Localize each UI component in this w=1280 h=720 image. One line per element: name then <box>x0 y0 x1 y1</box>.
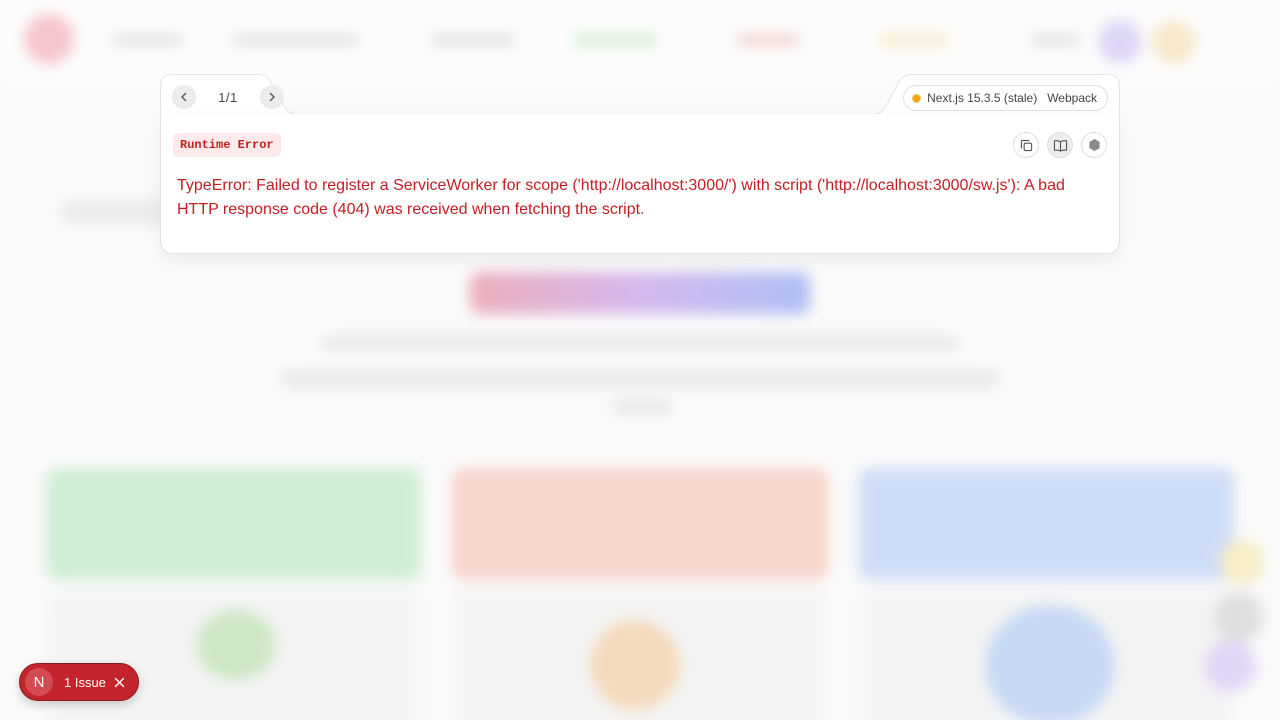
dismiss-issues-button[interactable] <box>114 677 125 688</box>
copy-icon <box>1020 139 1032 151</box>
background-nav-item <box>112 34 182 46</box>
error-type-badge: Runtime Error <box>173 133 281 157</box>
background-nav-item <box>430 34 516 46</box>
background-nav-item <box>232 34 358 46</box>
issues-count-button[interactable]: 1 Issue <box>64 675 106 690</box>
next-error-button[interactable] <box>260 85 284 109</box>
background-fab <box>1204 640 1256 692</box>
nextjs-devtools-button[interactable]: N <box>25 668 53 696</box>
nextjs-version-badge[interactable]: Next.js 15.3.5 (stale) Webpack <box>903 85 1108 111</box>
background-nav-item <box>736 34 800 46</box>
background-navbar <box>0 0 1280 80</box>
background-text-line <box>322 336 958 350</box>
stale-status-dot <box>912 93 922 103</box>
error-message: TypeError: Failed to register a ServiceW… <box>177 177 1065 218</box>
background-card <box>46 468 422 580</box>
nextjs-logo-icon: N <box>33 673 45 691</box>
chevron-right-icon <box>269 92 275 102</box>
error-overlay-header: 1/1 Next.js 15.3.5 (stale) Webpack <box>160 74 1120 115</box>
error-toolbar <box>1013 132 1107 158</box>
error-pager: 1/1 <box>172 85 284 109</box>
background-text-line <box>280 372 1000 386</box>
background-fab <box>1220 540 1264 584</box>
background-card <box>452 468 828 580</box>
issues-toast: N 1 Issue <box>19 663 139 701</box>
background-image <box>196 610 276 680</box>
background-nav-item <box>878 34 950 46</box>
background-heading <box>470 272 810 314</box>
nodejs-icon <box>1088 138 1100 152</box>
bundler-label: Webpack <box>1047 91 1097 105</box>
error-page-indicator: 1/1 <box>218 89 238 105</box>
nextjs-version-label: Next.js 15.3.5 (stale) <box>927 91 1038 105</box>
background-nav-item <box>572 34 658 46</box>
copy-error-button[interactable] <box>1013 132 1039 158</box>
docs-button[interactable] <box>1047 132 1073 158</box>
background-fab <box>1214 592 1264 642</box>
background-back-button <box>60 200 170 224</box>
background-text-line <box>612 400 672 414</box>
background-image <box>590 620 680 710</box>
background-card <box>858 468 1234 580</box>
background-image <box>985 605 1115 720</box>
background-avatar <box>1098 20 1142 64</box>
background-avatar <box>1152 20 1196 64</box>
background-nav-item <box>1030 34 1080 46</box>
node-inspector-button[interactable] <box>1081 132 1107 158</box>
chevron-left-icon <box>181 92 187 102</box>
close-icon <box>114 677 125 687</box>
book-icon <box>1053 139 1067 152</box>
error-overlay-body: Runtime Error TypeError: Failed to regis… <box>160 114 1120 254</box>
previous-error-button[interactable] <box>172 85 196 109</box>
background-logo <box>24 14 74 64</box>
error-overlay-dialog: 1/1 Next.js 15.3.5 (stale) Webpack Runti… <box>160 74 1120 254</box>
